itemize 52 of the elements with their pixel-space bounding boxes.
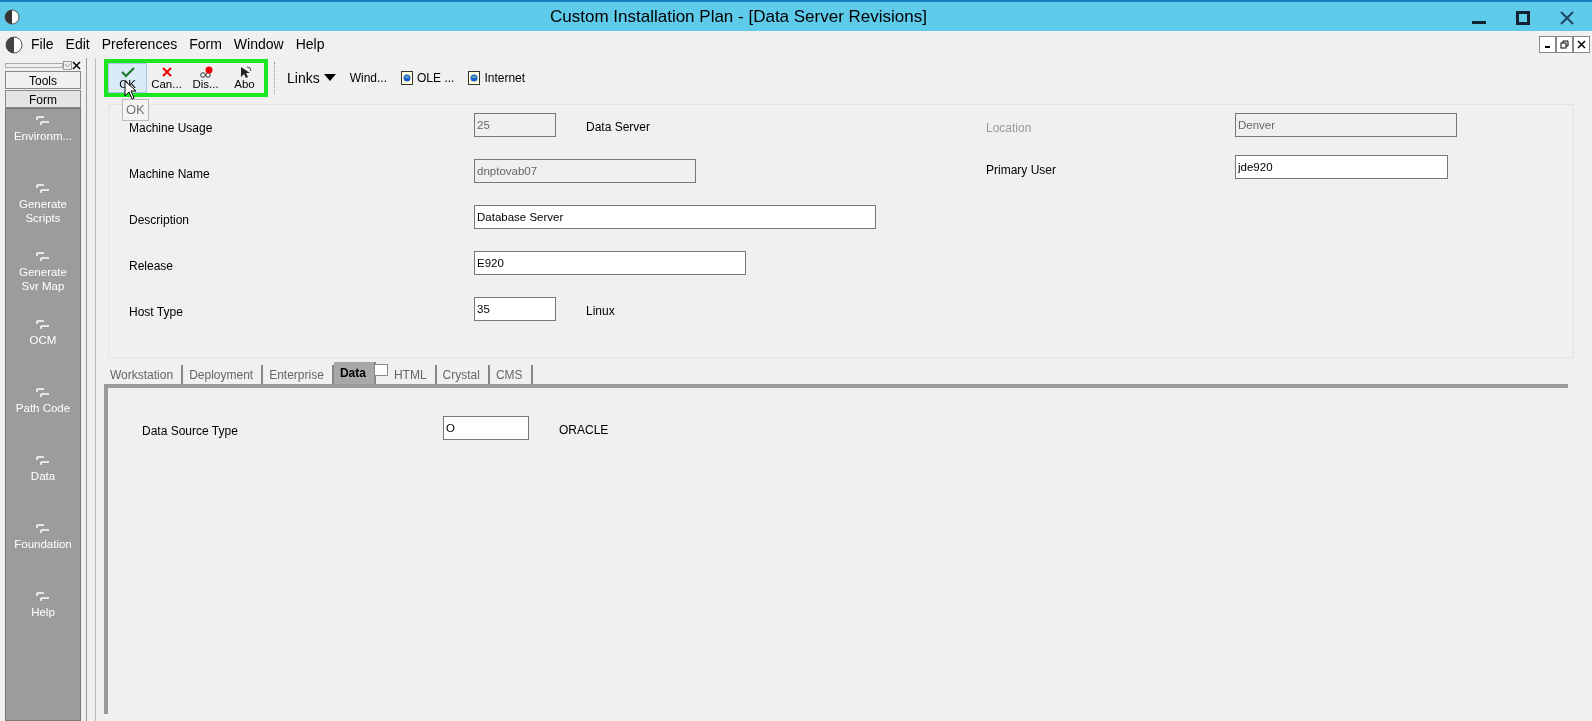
- input-field[interactable]: E920: [474, 251, 746, 275]
- close-icon[interactable]: [72, 60, 81, 70]
- input-field[interactable]: O: [443, 416, 529, 440]
- field-label: Host Type: [129, 304, 184, 321]
- toolbar-button[interactable]: Dis...: [186, 63, 225, 93]
- field-label: Description: [129, 212, 191, 229]
- toolbar-link[interactable]: OLE ...: [395, 69, 461, 87]
- restore-button[interactable]: [1556, 36, 1573, 53]
- checkmark-icon: [120, 65, 135, 78]
- page-icon: [373, 364, 388, 376]
- field-description: Data Server: [585, 119, 651, 136]
- menu-item[interactable]: Help: [289, 34, 331, 55]
- document-icon: [401, 71, 414, 85]
- app-icon: [5, 35, 23, 54]
- sidebar-tab[interactable]: Tools: [5, 71, 81, 89]
- input-field[interactable]: Database Server: [474, 205, 876, 229]
- menu-item[interactable]: Form: [183, 34, 228, 55]
- toolbar-link[interactable]: Internet: [462, 69, 532, 87]
- tooltip: OK: [122, 99, 149, 121]
- field-label: Data Source Type: [142, 423, 239, 440]
- links-menu[interactable]: Links: [281, 67, 342, 89]
- sidebar-tab[interactable]: Form: [5, 90, 81, 108]
- field-label: Machine Usage: [129, 120, 214, 137]
- window-title: Custom Installation Plan - [Data Server Revisions]: [549, 5, 928, 28]
- restore-icon: [1560, 40, 1569, 50]
- menu-item[interactable]: Edit: [59, 34, 96, 55]
- field-description: Linux: [585, 303, 615, 320]
- caret-icon: [323, 74, 336, 82]
- menu-item[interactable]: Preferences: [95, 34, 184, 55]
- minimize-icon: [1472, 21, 1486, 25]
- close-button[interactable]: [1573, 36, 1590, 53]
- glasses-icon: [198, 65, 213, 78]
- input-field[interactable]: jde920: [1235, 155, 1448, 179]
- app-icon: [4, 8, 20, 25]
- maximize-icon: [1516, 10, 1530, 25]
- field-label: Location: [986, 120, 1033, 137]
- cancel-icon: [159, 65, 174, 78]
- field-description: ORACLE: [558, 422, 609, 439]
- menu-item[interactable]: Window: [227, 34, 290, 55]
- close-icon: [1560, 10, 1574, 25]
- document-icon: [468, 71, 481, 85]
- toolbar-link[interactable]: Wind...: [343, 69, 394, 87]
- close-icon: [1577, 40, 1586, 50]
- toolbar-button[interactable]: Can...: [147, 63, 186, 93]
- toolbar-button[interactable]: Abo: [225, 63, 264, 93]
- field-label: Primary User: [986, 162, 1057, 179]
- minimize-button[interactable]: [1539, 36, 1556, 53]
- menu-item[interactable]: File: [25, 34, 60, 55]
- tab[interactable]: Data: [333, 362, 376, 384]
- input-field[interactable]: 35: [474, 297, 556, 321]
- field-label: Machine Name: [129, 166, 211, 183]
- field-label: Release: [129, 258, 175, 275]
